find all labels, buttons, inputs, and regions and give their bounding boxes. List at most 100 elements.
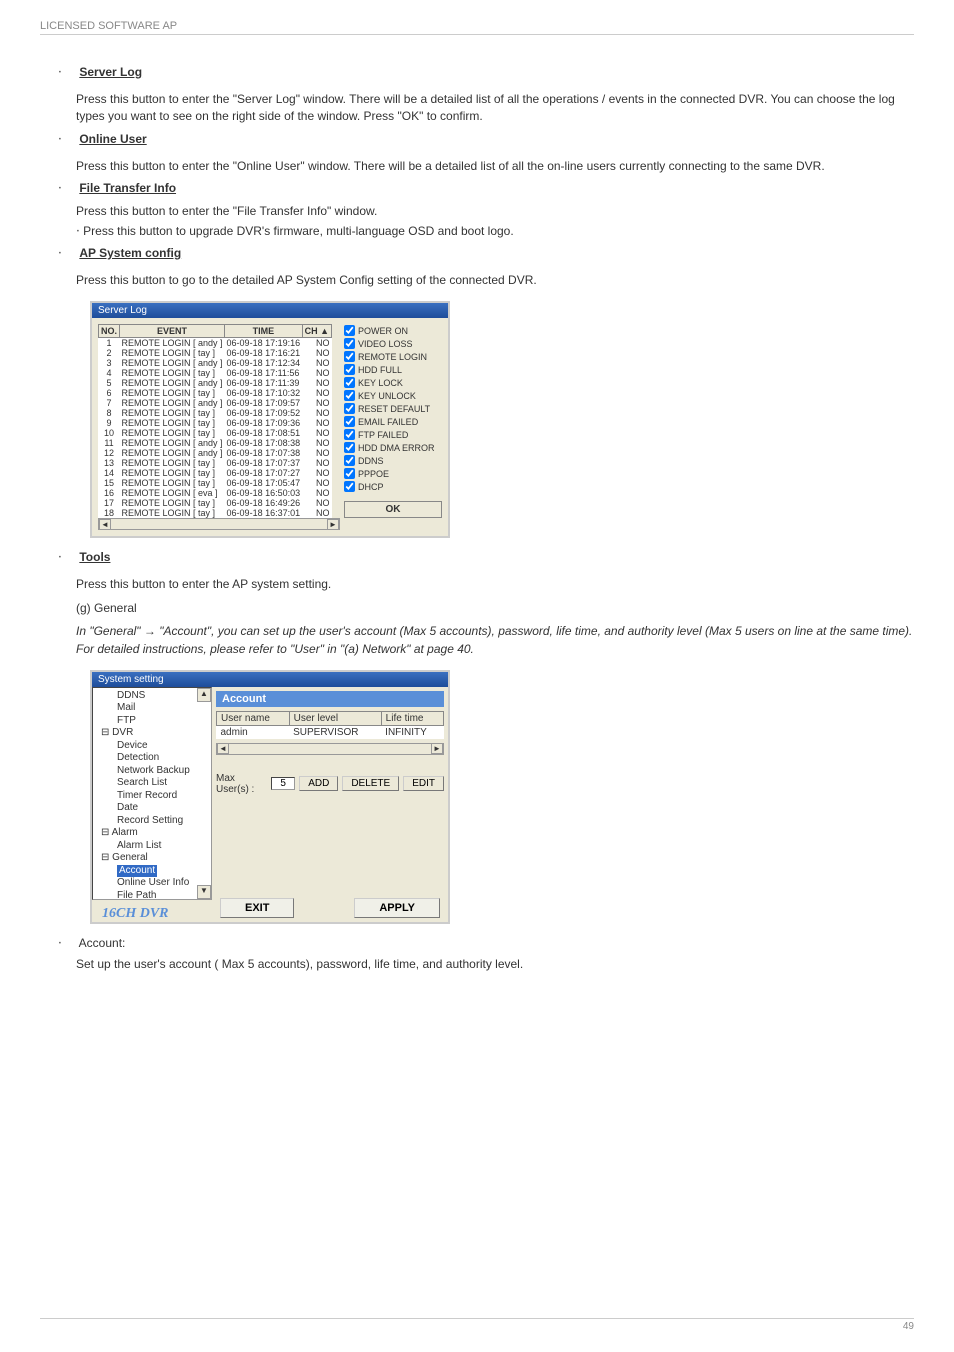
filter-checkbox[interactable] xyxy=(344,455,355,466)
scroll-left-icon[interactable]: ◄ xyxy=(99,519,111,530)
filter-hdd-dma-error[interactable]: HDD DMA ERROR xyxy=(344,441,442,454)
filter-ftp-failed[interactable]: FTP FAILED xyxy=(344,428,442,441)
col-ch[interactable]: CH ▲ xyxy=(302,325,331,338)
table-row[interactable]: 9REMOTE LOGIN [ tay ]06-09-18 17:09:36NO xyxy=(99,418,332,428)
table-row[interactable]: 14REMOTE LOGIN [ tay ]06-09-18 17:07:27N… xyxy=(99,468,332,478)
tree-item-mail[interactable]: Mail xyxy=(95,702,209,715)
table-row[interactable]: 3REMOTE LOGIN [ andy ]06-09-18 17:12:34N… xyxy=(99,358,332,368)
page-header: LICENSED SOFTWARE AP xyxy=(40,20,914,35)
table-row[interactable]: 12REMOTE LOGIN [ andy ]06-09-18 17:07:38… xyxy=(99,448,332,458)
table-row[interactable]: 15REMOTE LOGIN [ tay ]06-09-18 17:05:47N… xyxy=(99,478,332,488)
table-row[interactable]: 8REMOTE LOGIN [ tay ]06-09-18 17:09:52NO xyxy=(99,408,332,418)
bullet-title: Tools xyxy=(79,550,110,564)
tree-group-general[interactable]: ⊟ General xyxy=(95,852,209,865)
filter-checkbox[interactable] xyxy=(344,481,355,492)
tree-item-ftp[interactable]: FTP xyxy=(95,715,209,728)
bullet-tools: ‧ Tools xyxy=(58,550,914,570)
scroll-right-icon[interactable]: ► xyxy=(431,743,443,754)
filter-remote-login[interactable]: REMOTE LOGIN xyxy=(344,350,442,363)
filter-ddns[interactable]: DDNS xyxy=(344,454,442,467)
tree-item-timer-record[interactable]: Timer Record xyxy=(95,790,209,803)
filter-key-lock[interactable]: KEY LOCK xyxy=(344,376,442,389)
table-row[interactable]: 17REMOTE LOGIN [ tay ]06-09-18 16:49:26N… xyxy=(99,498,332,508)
tree-group-dvr[interactable]: ⊟ DVR xyxy=(95,727,209,740)
tree-group-alarm[interactable]: ⊟ Alarm xyxy=(95,827,209,840)
table-row[interactable]: 11REMOTE LOGIN [ andy ]06-09-18 17:08:38… xyxy=(99,438,332,448)
maxuser-controls: Max User(s) : ADD DELETE EDIT xyxy=(216,773,444,795)
ap-system-text: Press this button to go to the detailed … xyxy=(76,272,914,289)
bullet-title: Account: xyxy=(79,936,126,950)
tree-item-alarm-list[interactable]: Alarm List xyxy=(95,840,209,853)
filter-email-failed[interactable]: EMAIL FAILED xyxy=(344,415,442,428)
add-button[interactable]: ADD xyxy=(299,776,338,791)
col-username[interactable]: User name xyxy=(217,711,290,725)
filter-checkbox[interactable] xyxy=(344,442,355,453)
filter-checkbox[interactable] xyxy=(344,338,355,349)
table-row[interactable]: 2REMOTE LOGIN [ tay ]06-09-18 17:16:21NO xyxy=(99,348,332,358)
col-lifetime[interactable]: Life time xyxy=(381,711,443,725)
col-userlevel[interactable]: User level xyxy=(289,711,381,725)
filter-key-unlock[interactable]: KEY UNLOCK xyxy=(344,389,442,402)
scroll-left-icon[interactable]: ◄ xyxy=(217,743,229,754)
delete-button[interactable]: DELETE xyxy=(342,776,399,791)
tree-item-device[interactable]: Device xyxy=(95,740,209,753)
col-time[interactable]: TIME xyxy=(225,325,303,338)
scroll-right-icon[interactable]: ► xyxy=(327,519,339,530)
filter-checkbox[interactable] xyxy=(344,364,355,375)
table-row[interactable]: 6REMOTE LOGIN [ tay ]06-09-18 17:10:32NO xyxy=(99,388,332,398)
table-row[interactable]: 13REMOTE LOGIN [ tay ]06-09-18 17:07:37N… xyxy=(99,458,332,468)
table-row[interactable]: 5REMOTE LOGIN [ andy ]06-09-18 17:11:39N… xyxy=(99,378,332,388)
table-row[interactable]: 16REMOTE LOGIN [ eva ]06-09-18 16:50:03N… xyxy=(99,488,332,498)
bullet-title: AP System config xyxy=(79,246,181,260)
col-event[interactable]: EVENT xyxy=(120,325,225,338)
maxuser-label: Max User(s) : xyxy=(216,773,267,795)
table-row[interactable]: 18REMOTE LOGIN [ tay ]06-09-18 16:37:01N… xyxy=(99,508,332,518)
tree-item-online-user-info[interactable]: Online User Info xyxy=(95,877,209,890)
filter-dhcp[interactable]: DHCP xyxy=(344,480,442,493)
filter-checkbox[interactable] xyxy=(344,429,355,440)
ok-button[interactable]: OK xyxy=(344,501,442,518)
tree-item-account[interactable]: Account xyxy=(95,865,209,878)
bullet-server-log: ‧ Server Log xyxy=(58,65,914,85)
tree-item-search-list[interactable]: Search List xyxy=(95,777,209,790)
filter-checkbox[interactable] xyxy=(344,403,355,414)
table-row[interactable]: 7REMOTE LOGIN [ andy ]06-09-18 17:09:57N… xyxy=(99,398,332,408)
filter-checkbox[interactable] xyxy=(344,416,355,427)
filter-pppoe[interactable]: PPPOE xyxy=(344,467,442,480)
filter-power-on[interactable]: POWER ON xyxy=(344,324,442,337)
filter-checkbox[interactable] xyxy=(344,325,355,336)
tree-item-record-setting[interactable]: Record Setting xyxy=(95,815,209,828)
tree-item-date[interactable]: Date xyxy=(95,802,209,815)
filter-checkbox[interactable] xyxy=(344,390,355,401)
table-row[interactable]: 1REMOTE LOGIN [ andy ]06-09-18 17:19:16N… xyxy=(99,338,332,349)
exit-button[interactable]: EXIT xyxy=(220,898,294,918)
table-row[interactable]: admin SUPERVISOR INFINITY xyxy=(217,725,444,739)
horizontal-scrollbar[interactable]: ◄ ► xyxy=(216,743,444,755)
bullet-marker: ‧ xyxy=(58,65,76,79)
table-row[interactable]: 4REMOTE LOGIN [ tay ]06-09-18 17:11:56NO xyxy=(99,368,332,378)
filter-video-loss[interactable]: VIDEO LOSS xyxy=(344,337,442,350)
scroll-down-icon[interactable]: ▼ xyxy=(197,885,211,899)
filter-hdd-full[interactable]: HDD FULL xyxy=(344,363,442,376)
scroll-up-icon[interactable]: ▲ xyxy=(197,688,211,702)
filter-checkbox[interactable] xyxy=(344,351,355,362)
section-header-account: Account xyxy=(216,691,444,707)
tree-item-ddns[interactable]: DDNS xyxy=(95,690,209,703)
tree-item-file-path[interactable]: File Path xyxy=(95,890,209,900)
bullet-ap-system: ‧ AP System config xyxy=(58,246,914,266)
tree-item-network-backup[interactable]: Network Backup xyxy=(95,765,209,778)
filter-checkbox[interactable] xyxy=(344,468,355,479)
brand-label: 16CH DVR xyxy=(92,900,212,922)
edit-button[interactable]: EDIT xyxy=(403,776,444,791)
horizontal-scrollbar[interactable]: ◄ ► xyxy=(98,518,340,530)
tree-panel[interactable]: ▲ DDNS Mail FTP ⊟ DVR Device Detection N… xyxy=(92,687,212,900)
tree-item-detection[interactable]: Detection xyxy=(95,752,209,765)
maxuser-input[interactable] xyxy=(271,777,295,790)
filter-reset-default[interactable]: RESET DEFAULT xyxy=(344,402,442,415)
system-setting-window: System setting ▲ DDNS Mail FTP ⊟ DVR Dev… xyxy=(90,670,450,924)
table-row[interactable]: 10REMOTE LOGIN [ tay ]06-09-18 17:08:51N… xyxy=(99,428,332,438)
col-no[interactable]: NO. xyxy=(99,325,120,338)
filter-checkbox[interactable] xyxy=(344,377,355,388)
page-footer: 49 xyxy=(40,1318,914,1332)
apply-button[interactable]: APPLY xyxy=(354,898,440,918)
